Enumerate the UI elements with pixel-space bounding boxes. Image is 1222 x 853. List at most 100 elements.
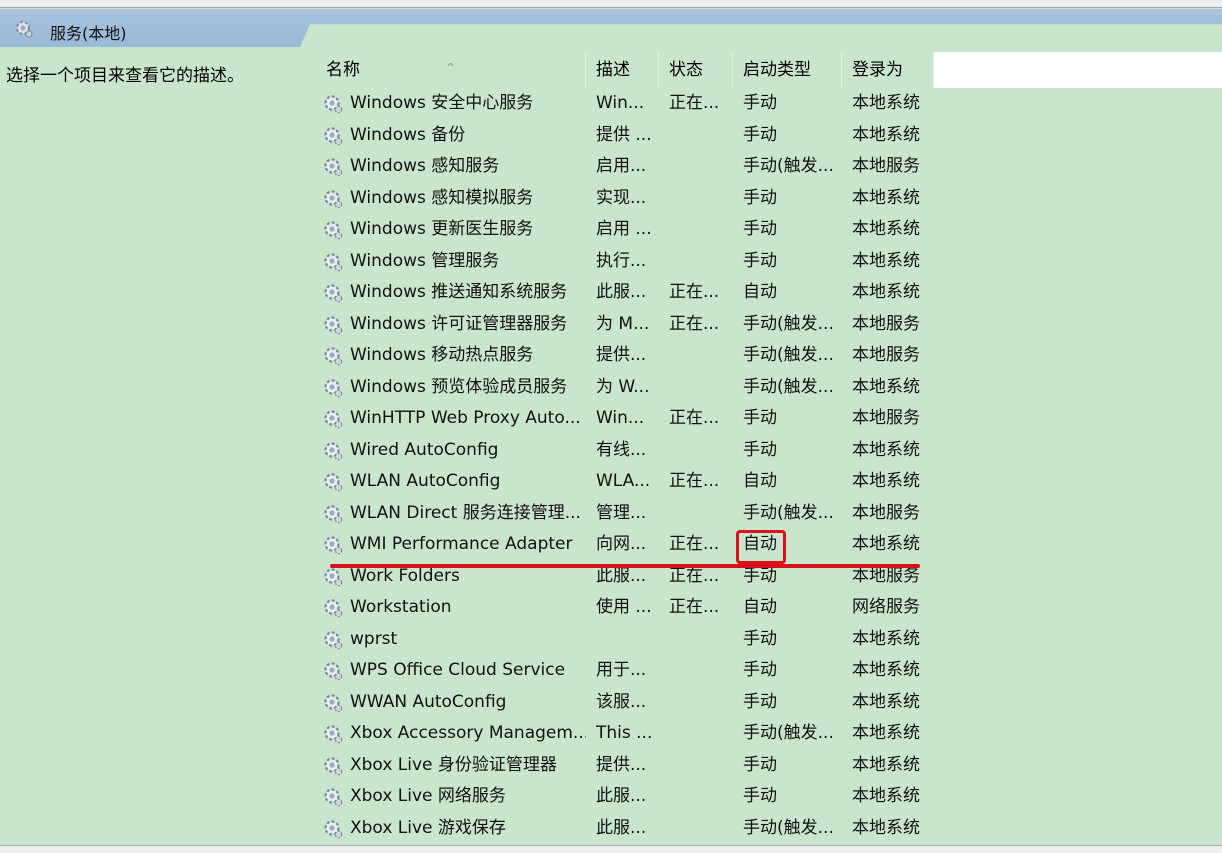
service-gear-icon [324, 189, 343, 208]
service-logon-as: 本地服务 [852, 502, 920, 523]
service-startup-type: 手动 [743, 660, 777, 680]
service-name: Windows 管理服务 [350, 250, 500, 271]
service-row[interactable]: Xbox Live 游戏保存 此服... 手动(触发... 本地系统 [316, 813, 1222, 845]
service-name: Windows 感知服务 [350, 156, 500, 176]
service-name: Wired AutoConfig [350, 439, 499, 460]
annotation-red-box [736, 530, 786, 564]
service-gear-icon [324, 158, 343, 177]
service-status [669, 718, 731, 750]
service-status [669, 214, 731, 246]
service-description: 管理... [596, 502, 647, 523]
service-gear-icon [324, 315, 343, 334]
service-status [669, 687, 731, 719]
service-name: Windows 移动热点服务 [350, 345, 534, 365]
service-gear-icon [324, 536, 343, 555]
service-name: wprst [350, 628, 398, 649]
service-row[interactable]: Workstation 使用 ... 正在... 自动 网络服务 [316, 592, 1222, 624]
service-row[interactable]: Windows 预览体验成员服务 为 W... 手动(触发... 本地系统 [316, 372, 1222, 404]
service-row[interactable]: Xbox Live 网络服务 此服... 手动 本地系统 [316, 781, 1222, 813]
service-rows: Windows 安全中心服务 Win... 正在... 手动 本地系统 Windows 备… [316, 88, 1222, 844]
service-name: Workstation [350, 597, 452, 617]
service-description: 此服... [596, 817, 647, 838]
service-row[interactable]: Windows 推送通知系统服务 此服... 正在... 自动 本地系统 [316, 277, 1222, 309]
service-status: 正在... [669, 313, 720, 334]
header-title: 服务(本地) [50, 24, 127, 43]
service-row[interactable]: Windows 管理服务 执行... 手动 本地系统 [316, 246, 1222, 278]
snapin-header: 服务(本地) [0, 9, 1222, 49]
service-startup-type: 手动 [743, 754, 777, 775]
service-logon-as: 本地系统 [852, 376, 920, 397]
description-pane: 选择一个项目来查看它的描述。 [0, 52, 302, 842]
service-gear-icon [324, 788, 343, 807]
service-gear-icon [324, 378, 343, 397]
service-name: Xbox Live 网络服务 [350, 786, 506, 806]
services-list[interactable]: 名称 ^ 描述 状态 启动类型 登录为 Windows 安全中心服务 Win...… [316, 52, 1222, 845]
service-description: 实现... [596, 187, 647, 208]
service-logon-as: 本地系统 [852, 660, 920, 680]
service-row[interactable]: Windows 更新医生服务 启用 ... 手动 本地系统 [316, 214, 1222, 246]
service-startup-type: 手动 [743, 439, 777, 460]
column-header-logon[interactable]: 登录为 [842, 52, 934, 88]
service-name: Windows 预览体验成员服务 [350, 376, 568, 397]
service-status: 正在... [669, 597, 720, 617]
service-name: Windows 安全中心服务 [350, 93, 534, 113]
service-row[interactable]: Windows 备份 提供 ... 手动 本地系统 [316, 120, 1222, 152]
service-logon-as: 本地系统 [852, 534, 920, 554]
service-startup-type: 手动(触发... [743, 817, 834, 838]
service-startup-type: 手动 [743, 408, 777, 428]
service-name: WLAN AutoConfig [350, 471, 501, 491]
service-name: WLAN Direct 服务连接管理... [350, 502, 581, 523]
service-startup-type: 手动 [743, 250, 777, 271]
service-description: 此服... [596, 786, 647, 806]
service-row[interactable]: Wired AutoConfig 有线... 手动 本地系统 [316, 435, 1222, 467]
service-name: WWAN AutoConfig [350, 691, 507, 712]
column-header-filler [934, 52, 1222, 88]
service-row[interactable]: Windows 许可证管理器服务 为 M... 正在... 手动(触发... 本地服务 [316, 309, 1222, 341]
service-row[interactable]: WLAN Direct 服务连接管理... 管理... 手动(触发... 本地服务 [316, 498, 1222, 530]
column-header-startup[interactable]: 启动类型 [733, 52, 842, 88]
service-row[interactable]: Windows 感知模拟服务 实现... 手动 本地系统 [316, 183, 1222, 215]
service-row[interactable]: Windows 安全中心服务 Win... 正在... 手动 本地系统 [316, 88, 1222, 120]
service-row[interactable]: Windows 移动热点服务 提供... 手动(触发... 本地服务 [316, 340, 1222, 372]
service-name: WMI Performance Adapter [350, 534, 573, 554]
column-header-row: 名称 ^ 描述 状态 启动类型 登录为 [316, 52, 1222, 88]
service-description: Win... [596, 93, 645, 113]
column-header-name-label: 名称 [326, 60, 360, 80]
service-status: 正在... [669, 534, 720, 554]
column-header-name[interactable]: 名称 ^ [316, 52, 586, 88]
service-row[interactable]: Windows 感知服务 启用... 手动(触发... 本地服务 [316, 151, 1222, 183]
service-row[interactable]: Xbox Accessory Managem... This ... 手动(触发..… [316, 718, 1222, 750]
service-status [669, 246, 731, 278]
service-gear-icon [324, 410, 343, 429]
service-row[interactable]: wprst 手动 本地系统 [316, 624, 1222, 656]
service-gear-icon [324, 819, 343, 838]
column-header-desc[interactable]: 描述 [586, 52, 659, 88]
service-gear-icon [324, 662, 343, 681]
service-description: 启用 ... [596, 219, 652, 239]
service-logon-as: 本地系统 [852, 282, 920, 302]
service-logon-as: 本地系统 [852, 471, 920, 491]
service-gear-icon [324, 504, 343, 523]
service-logon-as: 本地系统 [852, 786, 920, 806]
service-row[interactable]: WinHTTP Web Proxy Auto... Win... 正在... 手动 本地… [316, 403, 1222, 435]
service-logon-as: 本地系统 [852, 439, 920, 460]
service-row[interactable]: WWAN AutoConfig 该服... 手动 本地系统 [316, 687, 1222, 719]
service-logon-as: 本地服务 [852, 313, 920, 334]
service-startup-type: 手动 [743, 124, 777, 145]
service-status: 正在... [669, 408, 720, 428]
service-description: 向网... [596, 534, 647, 554]
service-description: 执行... [596, 250, 647, 271]
service-gear-icon [324, 599, 343, 618]
service-gear-icon [324, 252, 343, 271]
service-row[interactable]: WLAN AutoConfig WLA... 正在... 自动 本地系统 [316, 466, 1222, 498]
service-row[interactable]: WPS Office Cloud Service 用于... 手动 本地系统 [316, 655, 1222, 687]
service-startup-type: 手动 [743, 187, 777, 208]
service-gear-icon [324, 347, 343, 366]
service-gear-icon [324, 725, 343, 744]
service-gear-icon [324, 693, 343, 712]
column-header-status[interactable]: 状态 [659, 52, 733, 88]
service-row[interactable]: Xbox Live 身份验证管理器 提供... 手动 本地系统 [316, 750, 1222, 782]
service-description: 用于... [596, 660, 647, 680]
description-text: 选择一个项目来查看它的描述。 [6, 66, 244, 86]
service-logon-as: 本地系统 [852, 628, 920, 649]
